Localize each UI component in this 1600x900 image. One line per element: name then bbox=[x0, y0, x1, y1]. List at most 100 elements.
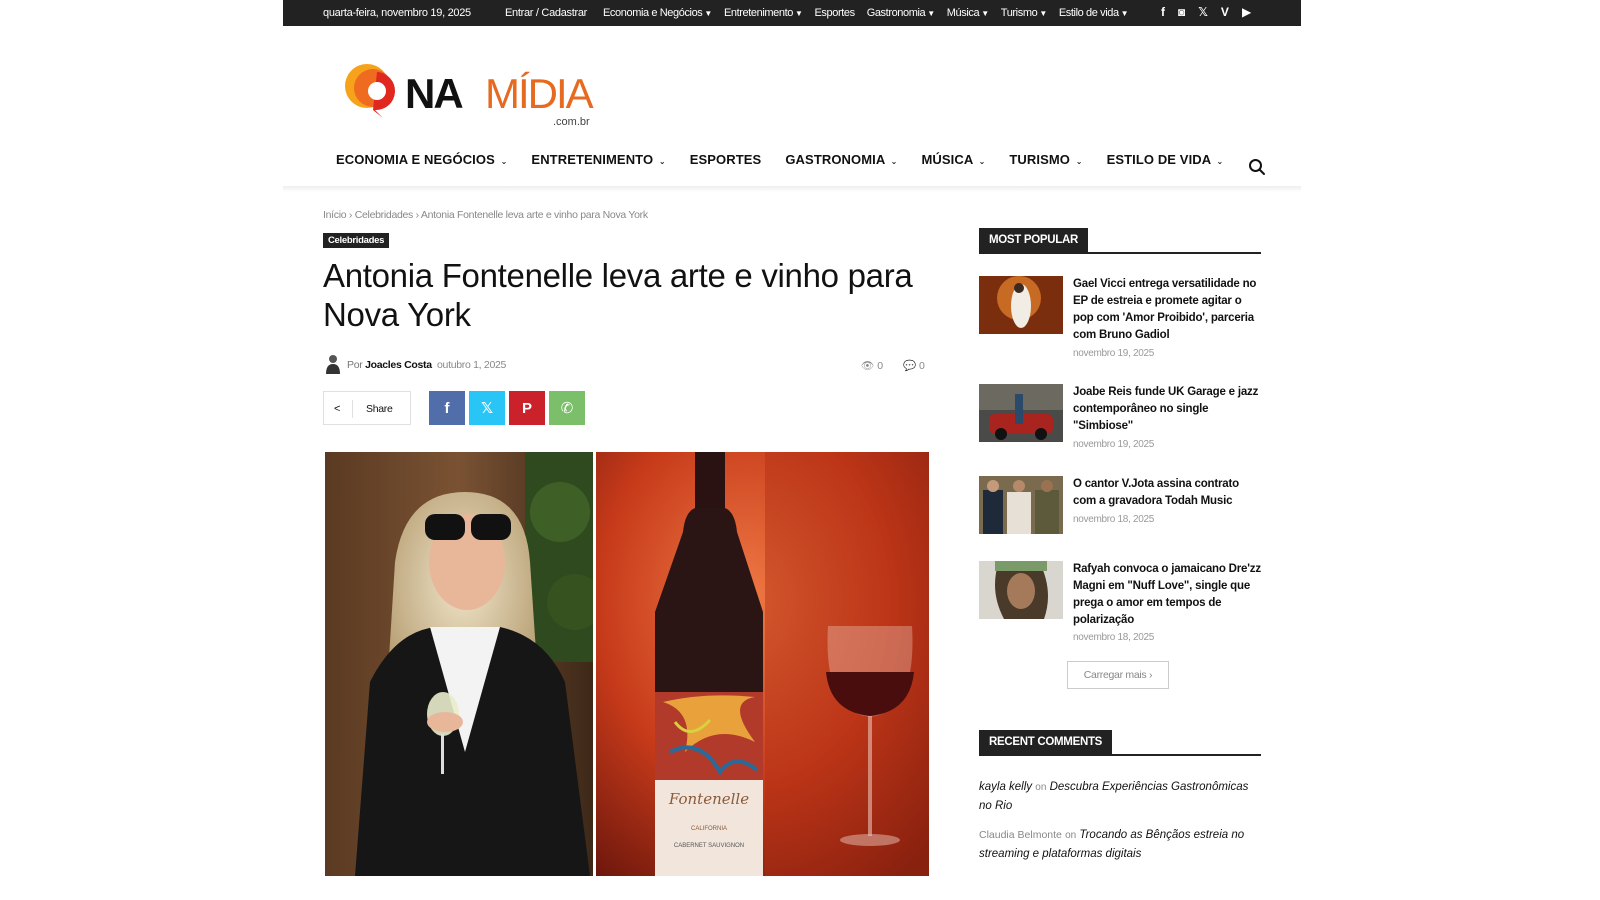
facebook-icon: f bbox=[444, 399, 450, 417]
chevron-down-icon: ⌄ bbox=[890, 157, 898, 166]
most-popular-heading: MOST POPULAR bbox=[979, 228, 1261, 254]
views-count: 👁 0 bbox=[861, 359, 883, 372]
top-menu-gastronomia[interactable]: Gastronomia ▼ bbox=[867, 7, 935, 19]
comment-author[interactable]: kayla kelly bbox=[979, 781, 1032, 793]
share-button[interactable]: < Share bbox=[323, 391, 411, 425]
nav-label: ECONOMIA E NEGÓCIOS bbox=[336, 152, 495, 167]
share-facebook-button[interactable]: f bbox=[429, 391, 465, 425]
most-popular-title: MOST POPULAR bbox=[979, 228, 1089, 252]
share-whatsapp-button[interactable]: ✆ bbox=[549, 391, 585, 425]
login-register-link[interactable]: Entrar / Cadastrar bbox=[505, 7, 587, 19]
author-avatar[interactable] bbox=[325, 354, 341, 374]
top-menu: Economia e Negócios ▼ Entretenimento ▼ Esp… bbox=[603, 7, 1129, 19]
nav-item-turismo[interactable]: TURISMO ⌄ bbox=[1009, 152, 1082, 167]
comment-on: on bbox=[1065, 830, 1077, 841]
chevron-down-icon: ▼ bbox=[794, 9, 803, 18]
share-label: Share bbox=[366, 403, 393, 415]
author-byline: Por Joacles Costa bbox=[347, 359, 432, 371]
x-icon: 𝕏 bbox=[480, 400, 494, 417]
top-menu-estilo[interactable]: Estilo de vida ▼ bbox=[1058, 7, 1129, 19]
popular-title[interactable]: Gael Vicci entrega versatilidade no EP d… bbox=[1073, 276, 1261, 344]
bottle-label: Fontenelle bbox=[668, 790, 749, 808]
top-menu-label: Gastronomia bbox=[866, 7, 926, 19]
popular-date: novembro 18, 2025 bbox=[1073, 632, 1155, 643]
chevron-down-icon: ▼ bbox=[1039, 9, 1047, 18]
comment-on: on bbox=[1035, 782, 1047, 793]
nav-item-esportes[interactable]: ESPORTES bbox=[690, 152, 762, 167]
chevron-down-icon: ▼ bbox=[704, 9, 712, 18]
chevron-down-icon: ⌄ bbox=[1075, 157, 1083, 166]
nav-label: MÚSICA bbox=[921, 152, 973, 167]
logo-text-na: NA bbox=[405, 70, 464, 117]
bottle-variety: CABERNET SAUVIGNON bbox=[674, 843, 744, 849]
load-more-button[interactable]: Carregar mais › bbox=[1067, 661, 1169, 689]
popular-thumbnail[interactable] bbox=[979, 276, 1063, 334]
nav-label: ESPORTES bbox=[689, 152, 762, 167]
nav-item-estilo[interactable]: ESTILO DE VIDA ⌄ bbox=[1107, 152, 1224, 167]
chevron-down-icon: ⌄ bbox=[1216, 157, 1224, 166]
top-menu-turismo[interactable]: Turismo ▼ bbox=[1001, 7, 1047, 19]
eye-icon: 👁 bbox=[861, 360, 875, 372]
share-x-button[interactable]: 𝕏 bbox=[469, 391, 505, 425]
social-links: f ◙ 𝕏 V ▶ bbox=[1161, 5, 1251, 19]
x-icon[interactable]: 𝕏 bbox=[1198, 5, 1208, 19]
main-nav: ECONOMIA E NEGÓCIOS ⌄ ENTRETENIMENTO ⌄ E… bbox=[336, 152, 1223, 167]
popular-thumbnail[interactable] bbox=[979, 384, 1063, 442]
comment-author[interactable]: Claudia Belmonte bbox=[979, 829, 1062, 841]
category-badge[interactable]: Celebridades bbox=[323, 233, 390, 248]
breadcrumb-home[interactable]: Início bbox=[323, 209, 347, 221]
top-menu-economia[interactable]: Economia e Negócios ▼ bbox=[603, 7, 712, 19]
popular-thumbnail[interactable] bbox=[979, 476, 1063, 534]
current-date: quarta-feira, novembro 19, 2025 bbox=[323, 7, 471, 19]
chevron-down-icon: ⌄ bbox=[658, 157, 666, 166]
breadcrumb: Início › Celebridades › Antonia Fontenel… bbox=[323, 209, 648, 221]
top-bar: quarta-feira, novembro 19, 2025 Entrar /… bbox=[283, 0, 1301, 26]
top-menu-entretenimento[interactable]: Entretenimento ▼ bbox=[724, 7, 803, 19]
instagram-icon[interactable]: ◙ bbox=[1178, 5, 1185, 19]
comment-item: Claudia Belmonte on Trocando as Bênçãos … bbox=[979, 826, 1261, 864]
popular-date: novembro 19, 2025 bbox=[1073, 348, 1155, 359]
popular-title[interactable]: O cantor V.Jota assina contrato com a gr… bbox=[1073, 476, 1261, 510]
page-container: quarta-feira, novembro 19, 2025 Entrar /… bbox=[283, 0, 1301, 900]
author-name[interactable]: Joacles Costa bbox=[365, 359, 432, 371]
logo-domain: .com.br bbox=[553, 116, 590, 128]
chevron-down-icon: ⌄ bbox=[978, 157, 986, 166]
publish-date: outubro 1, 2025 bbox=[437, 359, 507, 371]
site-logo[interactable]: NA MÍDIA .com.br bbox=[343, 60, 603, 130]
chevron-right-icon: › bbox=[1149, 669, 1153, 681]
nav-label: ENTRETENIMENTO bbox=[531, 152, 654, 167]
top-menu-esportes[interactable]: Esportes bbox=[814, 7, 855, 19]
load-more-label: Carregar mais bbox=[1083, 669, 1147, 681]
chevron-down-icon: ▼ bbox=[927, 9, 935, 18]
popular-date: novembro 19, 2025 bbox=[1073, 439, 1155, 450]
nav-label: GASTRONOMIA bbox=[785, 152, 885, 167]
search-icon[interactable] bbox=[1248, 158, 1266, 176]
top-menu-label: Estilo de vida bbox=[1058, 7, 1119, 19]
popular-title[interactable]: Joabe Reis funde UK Garage e jazz contem… bbox=[1073, 384, 1261, 435]
youtube-icon[interactable]: ▶ bbox=[1242, 5, 1251, 19]
recent-comments-heading: RECENT COMMENTS bbox=[979, 730, 1261, 756]
whatsapp-icon: ✆ bbox=[560, 400, 574, 417]
chevron-down-icon: ▼ bbox=[1120, 9, 1129, 18]
nav-label: ESTILO DE VIDA bbox=[1106, 152, 1211, 167]
top-menu-musica[interactable]: Música ▼ bbox=[947, 7, 989, 19]
vimeo-icon[interactable]: V bbox=[1221, 5, 1229, 19]
nav-item-musica[interactable]: MÚSICA ⌄ bbox=[921, 152, 985, 167]
comment-item: kayla kelly on Descubra Experiências Gas… bbox=[979, 778, 1261, 816]
nav-divider bbox=[283, 186, 1301, 192]
breadcrumb-category[interactable]: Celebridades bbox=[355, 209, 414, 221]
facebook-icon[interactable]: f bbox=[1161, 5, 1165, 19]
popular-title[interactable]: Rafyah convoca o jamaicano Dre'zz Magni … bbox=[1073, 561, 1261, 629]
top-menu-label: Música bbox=[946, 7, 980, 19]
featured-image: Fontenelle CALIFORNIA CABERNET SAUVIGNON bbox=[325, 452, 929, 876]
byline-prefix: Por bbox=[347, 359, 363, 371]
nav-item-gastronomia[interactable]: GASTRONOMIA ⌄ bbox=[785, 152, 897, 167]
nav-item-entretenimento[interactable]: ENTRETENIMENTO ⌄ bbox=[531, 152, 665, 167]
comments-count[interactable]: 💬 0 bbox=[903, 359, 925, 372]
comments-value: 0 bbox=[919, 360, 925, 372]
nav-item-economia[interactable]: ECONOMIA E NEGÓCIOS ⌄ bbox=[336, 152, 507, 167]
share-pinterest-button[interactable]: P bbox=[509, 391, 545, 425]
top-menu-label: Esportes bbox=[814, 7, 855, 19]
recent-comments-title: RECENT COMMENTS bbox=[979, 730, 1113, 754]
popular-thumbnail[interactable] bbox=[979, 561, 1063, 619]
